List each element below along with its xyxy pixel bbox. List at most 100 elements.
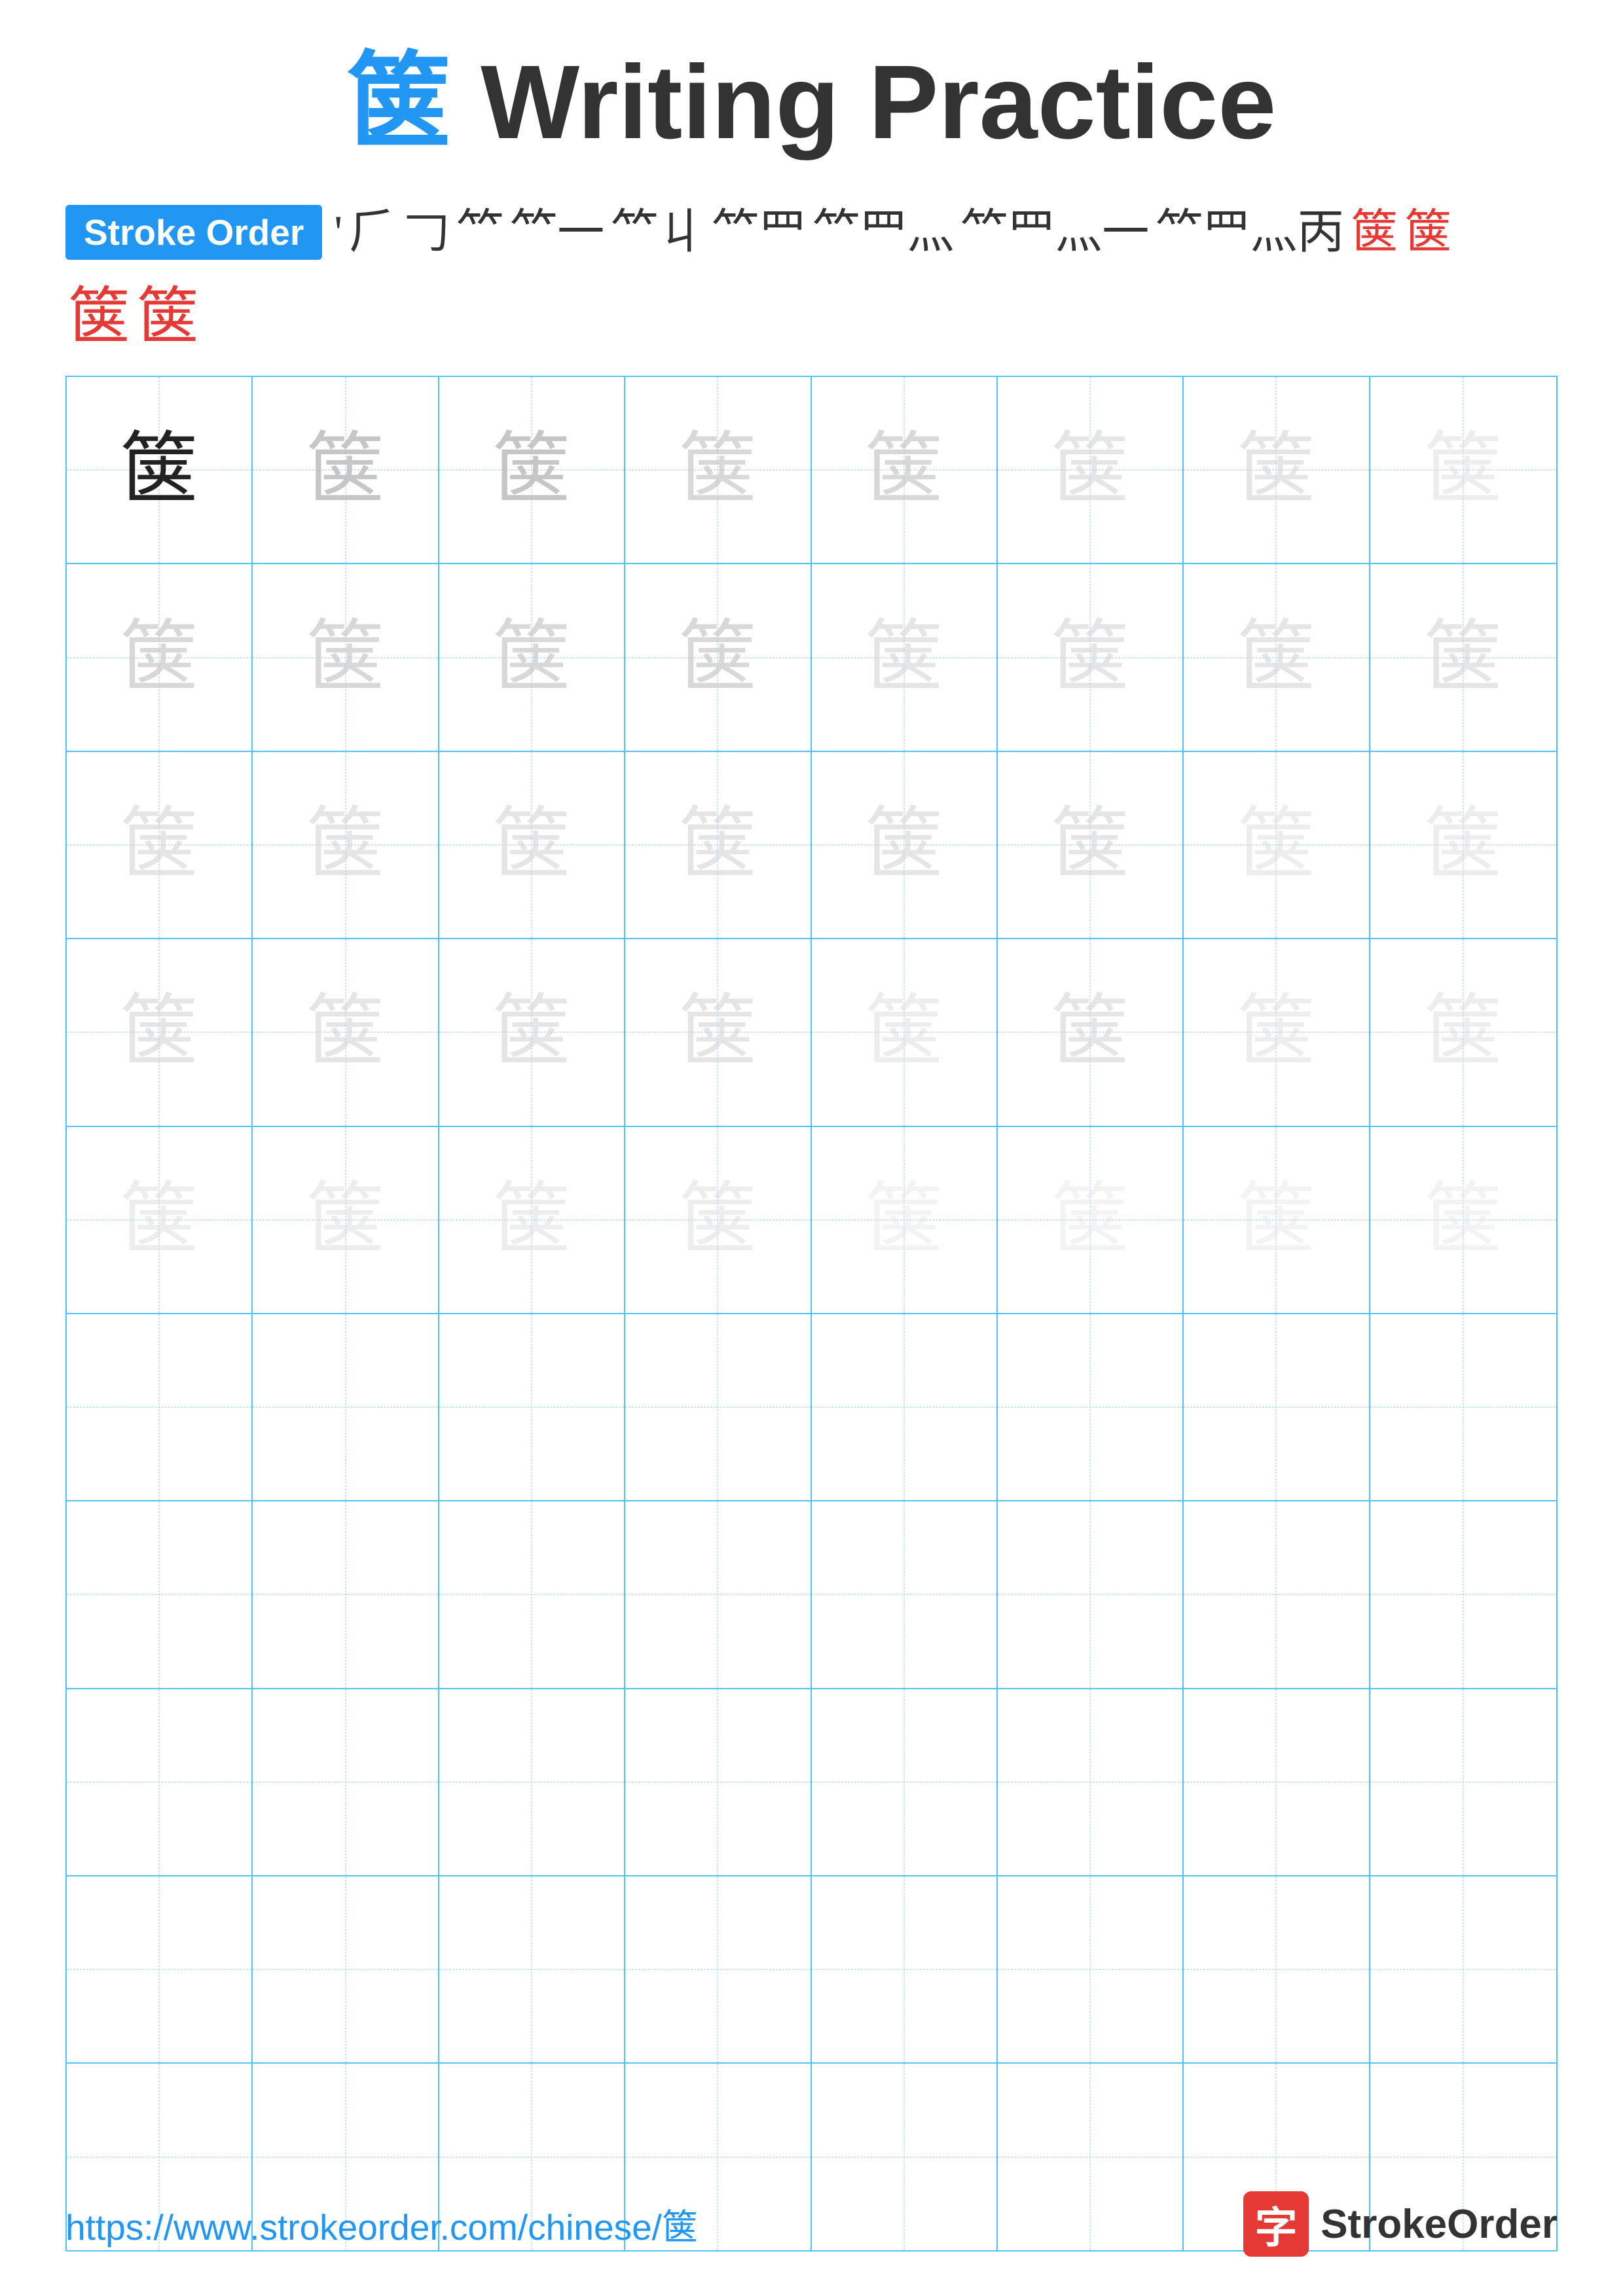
grid-cell-1-5[interactable]: 箧 bbox=[812, 377, 998, 563]
grid-cell-6-7[interactable] bbox=[1184, 1314, 1370, 1500]
grid-cell-7-2[interactable] bbox=[253, 1501, 439, 1687]
grid-row-4: 箧 箧 箧 箧 箧 箧 箧 箧 bbox=[67, 939, 1556, 1126]
grid-cell-6-5[interactable] bbox=[812, 1314, 998, 1500]
grid-cell-3-7[interactable]: 箧 bbox=[1184, 752, 1370, 938]
grid-row-6 bbox=[67, 1314, 1556, 1501]
grid-row-3: 箧 箧 箧 箧 箧 箧 箧 箧 bbox=[67, 752, 1556, 939]
grid-cell-1-8[interactable]: 箧 bbox=[1370, 377, 1556, 563]
grid-cell-8-8[interactable] bbox=[1370, 1689, 1556, 1875]
grid-cell-4-7[interactable]: 箧 bbox=[1184, 939, 1370, 1125]
grid-cell-4-3[interactable]: 箧 bbox=[439, 939, 625, 1125]
grid-cell-6-2[interactable] bbox=[253, 1314, 439, 1500]
grid-cell-9-5[interactable] bbox=[812, 1876, 998, 2062]
grid-cell-2-3[interactable]: 箧 bbox=[439, 564, 625, 750]
grid-cell-1-7[interactable]: 箧 bbox=[1184, 377, 1370, 563]
grid-cell-5-4[interactable]: 箧 bbox=[625, 1127, 811, 1313]
grid-cell-7-3[interactable] bbox=[439, 1501, 625, 1687]
grid-cell-4-1[interactable]: 箧 bbox=[67, 939, 253, 1125]
grid-cell-1-4[interactable]: 箧 bbox=[625, 377, 811, 563]
grid-cell-9-2[interactable] bbox=[253, 1876, 439, 2062]
grid-cell-9-7[interactable] bbox=[1184, 1876, 1370, 2062]
grid-cell-7-6[interactable] bbox=[998, 1501, 1184, 1687]
grid-cell-7-1[interactable] bbox=[67, 1501, 253, 1687]
practice-char: 箧 bbox=[1237, 993, 1315, 1071]
grid-cell-9-3[interactable] bbox=[439, 1876, 625, 2062]
grid-cell-2-4[interactable]: 箧 bbox=[625, 564, 811, 750]
grid-cell-9-6[interactable] bbox=[998, 1876, 1184, 2062]
stroke-10: ⺮⺫⺣丙 bbox=[1156, 209, 1344, 256]
grid-cell-4-2[interactable]: 箧 bbox=[253, 939, 439, 1125]
practice-char: 箧 bbox=[306, 993, 385, 1071]
grid-cell-1-3[interactable]: 箧 bbox=[439, 377, 625, 563]
grid-row-2: 箧 箧 箧 箧 箧 箧 箧 箧 bbox=[67, 564, 1556, 751]
stroke-5: ⺮一 bbox=[510, 209, 604, 256]
grid-cell-4-5[interactable]: 箧 bbox=[812, 939, 998, 1125]
grid-cell-6-4[interactable] bbox=[625, 1314, 811, 1500]
grid-cell-7-7[interactable] bbox=[1184, 1501, 1370, 1687]
practice-char: 箧 bbox=[1424, 431, 1503, 509]
stroke-9: ⺮⺫⺣一 bbox=[960, 209, 1149, 256]
grid-cell-8-1[interactable] bbox=[67, 1689, 253, 1875]
practice-char: 箧 bbox=[306, 619, 385, 697]
stroke-6: ⺮丩 bbox=[611, 209, 705, 256]
grid-cell-5-8[interactable]: 箧 bbox=[1370, 1127, 1556, 1313]
grid-cell-1-1[interactable]: 箧 bbox=[67, 377, 253, 563]
grid-cell-9-4[interactable] bbox=[625, 1876, 811, 2062]
grid-cell-7-4[interactable] bbox=[625, 1501, 811, 1687]
practice-char: 箧 bbox=[1424, 1181, 1503, 1259]
practice-char: 箧 bbox=[1237, 619, 1315, 697]
grid-cell-5-3[interactable]: 箧 bbox=[439, 1127, 625, 1313]
grid-cell-5-7[interactable]: 箧 bbox=[1184, 1127, 1370, 1313]
practice-char: 箧 bbox=[1051, 806, 1129, 884]
grid-cell-1-2[interactable]: 箧 bbox=[253, 377, 439, 563]
grid-cell-2-1[interactable]: 箧 bbox=[67, 564, 253, 750]
grid-cell-7-5[interactable] bbox=[812, 1501, 998, 1687]
grid-cell-7-8[interactable] bbox=[1370, 1501, 1556, 1687]
grid-cell-3-8[interactable]: 箧 bbox=[1370, 752, 1556, 938]
grid-cell-3-2[interactable]: 箧 bbox=[253, 752, 439, 938]
grid-cell-3-1[interactable]: 箧 bbox=[67, 752, 253, 938]
grid-cell-2-2[interactable]: 箧 bbox=[253, 564, 439, 750]
grid-cell-4-8[interactable]: 箧 bbox=[1370, 939, 1556, 1125]
practice-char: 箧 bbox=[865, 1181, 943, 1259]
grid-cell-8-7[interactable] bbox=[1184, 1689, 1370, 1875]
grid-cell-4-6[interactable]: 箧 bbox=[998, 939, 1184, 1125]
grid-cell-9-1[interactable] bbox=[67, 1876, 253, 2062]
grid-cell-1-6[interactable]: 箧 bbox=[998, 377, 1184, 563]
title-english-text: Writing Practice bbox=[452, 43, 1277, 160]
grid-cell-8-3[interactable] bbox=[439, 1689, 625, 1875]
stroke-order-badge: Stroke Order bbox=[65, 205, 322, 260]
practice-char: 箧 bbox=[678, 1181, 757, 1259]
grid-cell-8-2[interactable] bbox=[253, 1689, 439, 1875]
grid-cell-8-4[interactable] bbox=[625, 1689, 811, 1875]
grid-cell-2-5[interactable]: 箧 bbox=[812, 564, 998, 750]
grid-cell-4-4[interactable]: 箧 bbox=[625, 939, 811, 1125]
grid-cell-8-6[interactable] bbox=[998, 1689, 1184, 1875]
practice-char: 箧 bbox=[678, 993, 757, 1071]
practice-char: 箧 bbox=[865, 806, 943, 884]
grid-cell-5-1[interactable]: 箧 bbox=[67, 1127, 253, 1313]
grid-cell-6-1[interactable] bbox=[67, 1314, 253, 1500]
stroke-11: 箧 bbox=[1351, 209, 1398, 256]
title-chinese-char: 箧 bbox=[347, 45, 452, 161]
grid-cell-2-7[interactable]: 箧 bbox=[1184, 564, 1370, 750]
practice-char: 箧 bbox=[1237, 431, 1315, 509]
grid-cell-3-3[interactable]: 箧 bbox=[439, 752, 625, 938]
grid-cell-6-6[interactable] bbox=[998, 1314, 1184, 1500]
footer-url[interactable]: https://www.strokeorder.com/chinese/箧 bbox=[65, 2198, 698, 2250]
grid-cell-3-5[interactable]: 箧 bbox=[812, 752, 998, 938]
grid-cell-6-3[interactable] bbox=[439, 1314, 625, 1500]
grid-cell-6-8[interactable] bbox=[1370, 1314, 1556, 1500]
grid-cell-3-6[interactable]: 箧 bbox=[998, 752, 1184, 938]
grid-cell-2-8[interactable]: 箧 bbox=[1370, 564, 1556, 750]
grid-cell-9-8[interactable] bbox=[1370, 1876, 1556, 2062]
grid-cell-8-5[interactable] bbox=[812, 1689, 998, 1875]
grid-cell-5-6[interactable]: 箧 bbox=[998, 1127, 1184, 1313]
grid-cell-2-6[interactable]: 箧 bbox=[998, 564, 1184, 750]
stroke-order-row: Stroke Order ' ⺁ 𠃌 ⺮ ⺮一 ⺮丩 ⺮⺫ ⺮⺫⺣ ⺮⺫⺣一 ⺮… bbox=[65, 205, 1558, 260]
grid-cell-3-4[interactable]: 箧 bbox=[625, 752, 811, 938]
practice-char: 箧 bbox=[1051, 619, 1129, 697]
grid-row-7 bbox=[67, 1501, 1556, 1689]
grid-cell-5-5[interactable]: 箧 bbox=[812, 1127, 998, 1313]
grid-cell-5-2[interactable]: 箧 bbox=[253, 1127, 439, 1313]
